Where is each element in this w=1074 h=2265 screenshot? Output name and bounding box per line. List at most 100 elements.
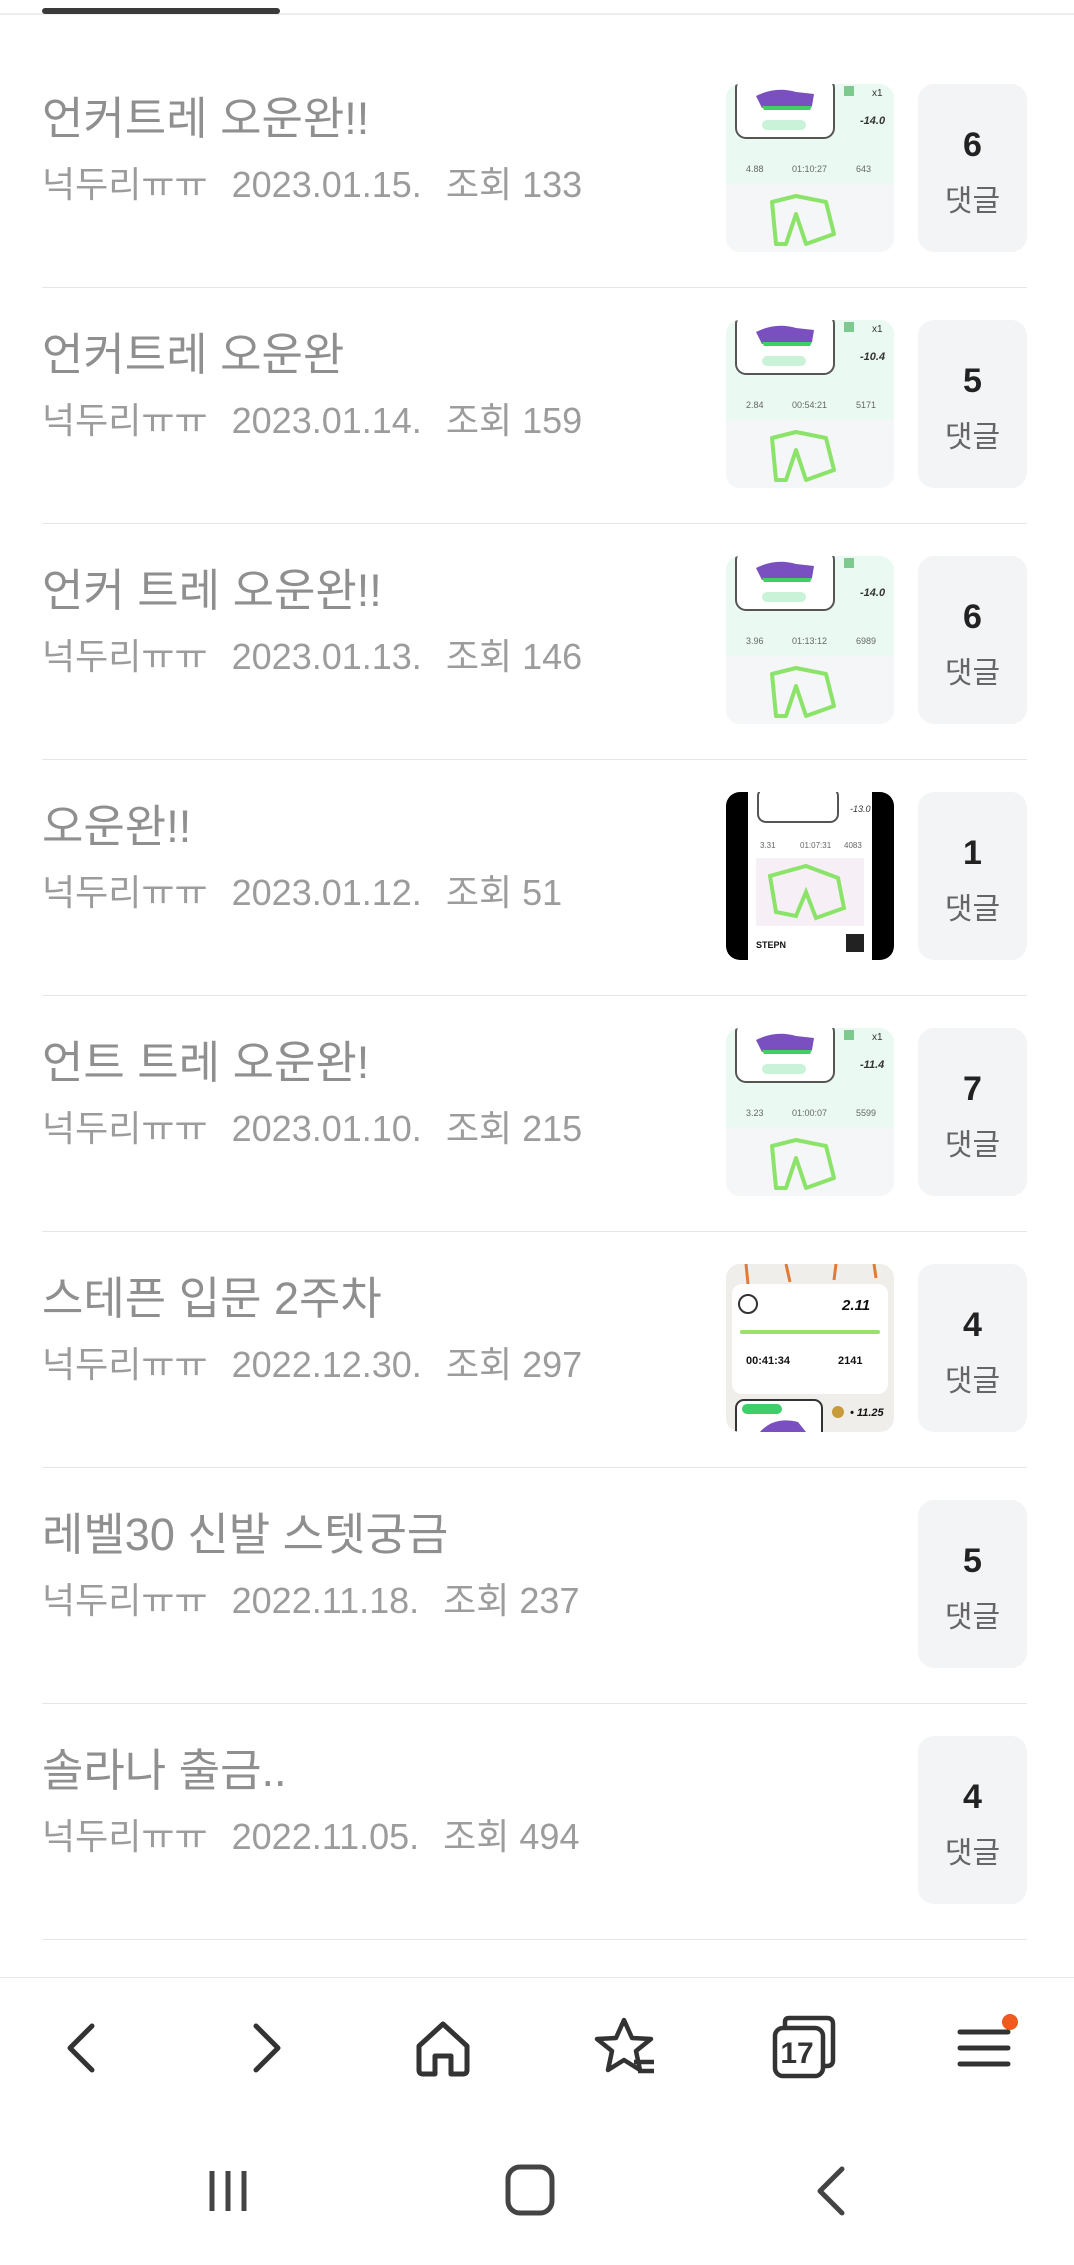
svg-text:-10.4: -10.4 [860, 351, 885, 363]
svg-text:4083: 4083 [844, 841, 862, 850]
system-back-icon[interactable] [792, 2155, 872, 2227]
svg-text:01:00:07: 01:00:07 [792, 1108, 827, 1118]
post-list: 언커트레 오운완!! 넉두리ㅠㅠ 2023.01.15. 조회 133 x1 -… [42, 52, 1027, 1940]
comment-count-button[interactable]: 6 댓글 [918, 556, 1027, 724]
post-title[interactable]: 솔라나 출금.. [42, 1734, 287, 1799]
post-thumbnail[interactable]: x1 -10.4 2.84 00:54:21 5171 [726, 320, 894, 488]
comment-count-button[interactable]: 5 댓글 [918, 1500, 1027, 1668]
svg-text:5171: 5171 [856, 400, 876, 410]
post-thumbnail[interactable]: 2.11 00:41:34 2141 • 11.25 [726, 1264, 894, 1432]
comment-count: 6 [963, 126, 982, 164]
post-meta: 넉두리ㅠㅠ 2023.01.13. 조회 146 [42, 628, 596, 680]
comment-count: 7 [963, 1070, 982, 1108]
post-date: 2022.11.05. [231, 1816, 420, 1857]
post-date: 2023.01.13. [231, 636, 422, 677]
post-author: 넉두리ㅠㅠ [42, 1344, 208, 1385]
bookmarks-icon[interactable] [584, 2008, 664, 2088]
comment-count: 4 [963, 1778, 982, 1816]
forward-icon[interactable] [226, 2008, 306, 2088]
post-item[interactable]: 언트 트레 오운완! 넉두리ㅠㅠ 2023.01.10. 조회 215 x1 -… [42, 996, 1027, 1232]
svg-text:-13.0: -13.0 [850, 804, 871, 814]
comment-count: 1 [963, 834, 982, 872]
svg-text:5599: 5599 [856, 1108, 876, 1118]
post-thumbnail[interactable]: -14.0 3.96 01:13:12 6989 [726, 556, 894, 724]
post-title[interactable]: 오운완!! [42, 790, 191, 855]
svg-text:2141: 2141 [838, 1355, 862, 1367]
post-item[interactable]: 오운완!! 넉두리ㅠㅠ 2023.01.12. 조회 51 -13.0 3.31… [42, 760, 1027, 996]
comment-count-button[interactable]: 7 댓글 [918, 1028, 1027, 1196]
post-views: 조회 51 [445, 872, 563, 913]
post-title[interactable]: 언커트레 오운완!! [42, 82, 369, 147]
svg-text:x1: x1 [872, 324, 883, 335]
svg-text:01:13:12: 01:13:12 [792, 636, 827, 646]
post-item[interactable]: 스테픈 입문 2주차 넉두리ㅠㅠ 2022.12.30. 조회 297 2.11… [42, 1232, 1027, 1468]
post-date: 2023.01.14. [231, 400, 422, 441]
comment-count-button[interactable]: 6 댓글 [918, 84, 1027, 252]
comment-count-button[interactable]: 4 댓글 [918, 1736, 1027, 1904]
back-icon[interactable] [42, 2008, 122, 2088]
post-thumbnail[interactable]: x1 -14.0 4.88 01:10:27 643 [726, 84, 894, 252]
post-item[interactable]: 레벨30 신발 스텟궁금 넉두리ㅠㅠ 2022.11.18. 조회 237 5 … [42, 1468, 1027, 1704]
comment-count-button[interactable]: 5 댓글 [918, 320, 1027, 488]
post-item[interactable]: 언커트레 오운완 넉두리ㅠㅠ 2023.01.14. 조회 159 x1 -10… [42, 288, 1027, 524]
svg-text:6989: 6989 [856, 636, 876, 646]
post-meta: 넉두리ㅠㅠ 2023.01.14. 조회 159 [42, 392, 596, 444]
home-circle-icon[interactable] [490, 2155, 570, 2227]
comment-label: 댓글 [944, 421, 1001, 454]
post-date: 2023.01.15. [231, 164, 422, 205]
post-author: 넉두리ㅠㅠ [42, 872, 208, 913]
svg-text:x1: x1 [872, 1032, 883, 1043]
post-meta: 넉두리ㅠㅠ 2022.11.18. 조회 237 [42, 1572, 593, 1624]
svg-text:3.31: 3.31 [760, 841, 776, 850]
comment-label: 댓글 [944, 1365, 1001, 1398]
comment-count-button[interactable]: 1 댓글 [918, 792, 1027, 960]
post-views: 조회 159 [445, 400, 583, 441]
comment-label: 댓글 [944, 893, 1001, 926]
svg-text:STEPN: STEPN [756, 940, 786, 950]
post-item[interactable]: 언커 트레 오운완!! 넉두리ㅠㅠ 2023.01.13. 조회 146 -14… [42, 524, 1027, 760]
svg-text:643: 643 [856, 164, 871, 174]
comment-label: 댓글 [944, 1129, 1001, 1162]
notification-dot [1002, 2014, 1018, 2030]
post-thumbnail[interactable]: -13.0 3.31 01:07:31 4083 STEPN [726, 792, 894, 960]
post-date: 2023.01.10. [231, 1108, 422, 1149]
post-date: 2022.11.18. [231, 1580, 420, 1621]
menu-icon[interactable] [944, 2008, 1024, 2088]
post-date: 2023.01.12. [231, 872, 422, 913]
svg-text:4.88: 4.88 [746, 164, 764, 174]
browser-bottom-bar: 17 [0, 1977, 1074, 2118]
svg-text:2.11: 2.11 [841, 1297, 870, 1314]
svg-text:2.84: 2.84 [746, 400, 764, 410]
post-item[interactable]: 솔라나 출금.. 넉두리ㅠㅠ 2022.11.05. 조회 494 4 댓글 [42, 1704, 1027, 1940]
post-author: 넉두리ㅠㅠ [42, 400, 208, 441]
post-meta: 넉두리ㅠㅠ 2023.01.12. 조회 51 [42, 864, 576, 916]
post-views: 조회 297 [445, 1344, 583, 1385]
svg-text:00:54:21: 00:54:21 [792, 400, 827, 410]
comment-count-button[interactable]: 4 댓글 [918, 1264, 1027, 1432]
post-thumbnail[interactable]: x1 -11.4 3.23 01:00:07 5599 [726, 1028, 894, 1196]
svg-text:-14.0: -14.0 [860, 115, 886, 127]
tabs-icon[interactable]: 17 [763, 2008, 843, 2088]
post-meta: 넉두리ㅠㅠ 2023.01.15. 조회 133 [42, 156, 596, 208]
post-author: 넉두리ㅠㅠ [42, 636, 208, 677]
active-tab-indicator [42, 8, 280, 14]
post-item[interactable]: 언커트레 오운완!! 넉두리ㅠㅠ 2023.01.15. 조회 133 x1 -… [42, 52, 1027, 288]
system-navigation-bar [0, 2117, 1074, 2265]
comment-label: 댓글 [944, 1837, 1001, 1870]
post-author: 넉두리ㅠㅠ [42, 164, 208, 205]
home-icon[interactable] [403, 2008, 483, 2088]
post-title[interactable]: 언트 트레 오운완! [42, 1026, 369, 1091]
svg-text:3.96: 3.96 [746, 636, 764, 646]
post-title[interactable]: 레벨30 신발 스텟궁금 [42, 1498, 448, 1563]
post-author: 넉두리ㅠㅠ [42, 1580, 208, 1621]
svg-text:x1: x1 [872, 88, 883, 99]
svg-text:01:10:27: 01:10:27 [792, 164, 827, 174]
comment-count: 5 [963, 1542, 982, 1580]
post-meta: 넉두리ㅠㅠ 2022.11.05. 조회 494 [42, 1808, 593, 1860]
post-title[interactable]: 스테픈 입문 2주차 [42, 1262, 382, 1327]
svg-text:-11.4: -11.4 [860, 1059, 884, 1071]
post-date: 2022.12.30. [231, 1344, 422, 1385]
recent-apps-icon[interactable] [188, 2155, 268, 2227]
post-title[interactable]: 언커트레 오운완 [42, 318, 344, 383]
post-title[interactable]: 언커 트레 오운완!! [42, 554, 382, 619]
